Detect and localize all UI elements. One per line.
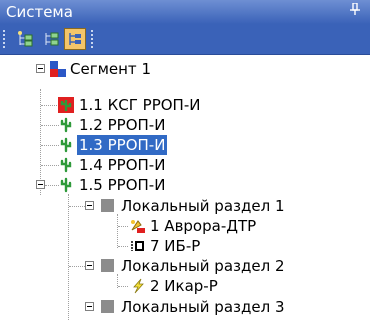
panel-titlebar: Система [0, 0, 370, 24]
tree-item-label: 1.5 РРОП-И [79, 176, 166, 194]
tree-item-row[interactable]: 1.2 РРОП-И [0, 115, 370, 135]
tree-item-row-selected[interactable]: 1.3 РРОП-И [0, 135, 370, 155]
section-label: Локальный раздел 2 [121, 257, 285, 275]
device-label: 1 Аврора-ДТР [150, 217, 257, 235]
panel-toolbar [0, 24, 370, 55]
segment-icon [50, 61, 66, 77]
device-row[interactable]: 2 Икар-Р [0, 276, 370, 296]
toolbar-grip-2[interactable] [91, 30, 95, 48]
device-row[interactable]: 7 ИБ-Р [0, 236, 370, 256]
section-row[interactable]: Локальный раздел 2 [0, 256, 370, 276]
section-row[interactable]: Локальный раздел 3 [0, 297, 370, 317]
collapse-toggle[interactable] [36, 64, 45, 73]
cactus-icon [58, 117, 74, 133]
tree-item-row[interactable]: 1.5 РРОП-И [0, 175, 370, 195]
pin-icon[interactable] [350, 0, 360, 24]
cactus-icon [58, 177, 74, 193]
detector-icon [130, 218, 146, 234]
tree-item-label: 1.4 РРОП-И [79, 156, 166, 174]
tree-expand-icon [18, 31, 33, 47]
device-label: 7 ИБ-Р [150, 237, 201, 255]
tree-root-label: Сегмент 1 [70, 60, 151, 78]
panel-title: Система [6, 3, 73, 21]
system-panel: Система Сегмент 1 1.1 КСГ РРОП-И 1.2 РРО… [0, 0, 370, 320]
section-label: Локальный раздел 1 [121, 197, 285, 215]
section-label: Локальный раздел 3 [121, 298, 285, 316]
cactus-icon [58, 157, 74, 173]
tree-item-row[interactable]: 1.1 КСГ РРОП-И [0, 95, 370, 115]
tree-expand-button[interactable] [14, 28, 36, 50]
cactus-alarm-icon [58, 97, 74, 113]
section-icon [101, 259, 114, 272]
collapse-toggle[interactable] [36, 180, 45, 189]
tree-item-label: 1.3 РРОП-И [77, 135, 168, 155]
toolbar-grip[interactable] [3, 30, 7, 48]
tree-item-label: 1.1 КСГ РРОП-И [79, 96, 201, 114]
lightning-icon [130, 278, 146, 294]
collapse-toggle[interactable] [85, 201, 94, 210]
cactus-icon [58, 137, 74, 153]
device-row[interactable]: 1 Аврора-ДТР [0, 216, 370, 236]
collapse-toggle[interactable] [85, 302, 94, 311]
tree-item-row[interactable]: 1.4 РРОП-И [0, 155, 370, 175]
tree-collapse-icon [45, 32, 59, 46]
section-icon [101, 199, 114, 212]
collapse-toggle[interactable] [85, 261, 94, 270]
section-icon [101, 300, 114, 313]
tree-view-button[interactable] [64, 28, 86, 50]
tree-collapse-button[interactable] [40, 28, 62, 50]
device-label: 2 Икар-Р [150, 277, 218, 295]
section-row[interactable]: Локальный раздел 1 [0, 196, 370, 216]
tree-view-icon [69, 33, 81, 45]
tree-root-row[interactable]: Сегмент 1 [0, 59, 370, 79]
system-tree: Сегмент 1 1.1 КСГ РРОП-И 1.2 РРОП-И 1.3 … [0, 55, 370, 320]
sensor-icon [130, 238, 146, 254]
tree-item-label: 1.2 РРОП-И [79, 116, 166, 134]
